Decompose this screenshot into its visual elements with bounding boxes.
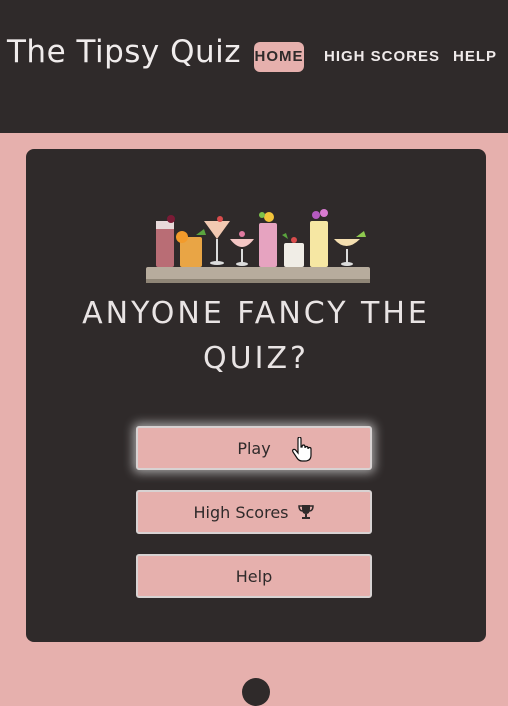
page-title: ANYONE FANCY THE QUIZ? [82, 296, 430, 376]
help-button[interactable]: Help [136, 554, 372, 598]
cocktail-glasses-illustration [146, 209, 370, 283]
play-button[interactable]: Play [136, 426, 372, 470]
nav-high-scores[interactable]: HIGH SCORES [324, 42, 440, 72]
play-button-label: Play [237, 438, 271, 458]
nav-home[interactable]: HOME [254, 42, 304, 72]
trophy-icon [297, 504, 315, 520]
top-navbar: The Tipsy Quiz HOME HIGH SCORES HELP [0, 0, 508, 133]
high-scores-button-label: High Scores [193, 502, 289, 522]
hand-pointer-icon [292, 437, 312, 462]
footer-icon [242, 678, 270, 706]
nav-help[interactable]: HELP [453, 42, 497, 72]
main-nav: HOME HIGH SCORES HELP [0, 42, 508, 72]
help-button-label: Help [235, 566, 273, 586]
high-scores-button[interactable]: High Scores [136, 490, 372, 534]
quiz-start-card: ANYONE FANCY THE QUIZ? Play High Scores … [26, 149, 486, 642]
